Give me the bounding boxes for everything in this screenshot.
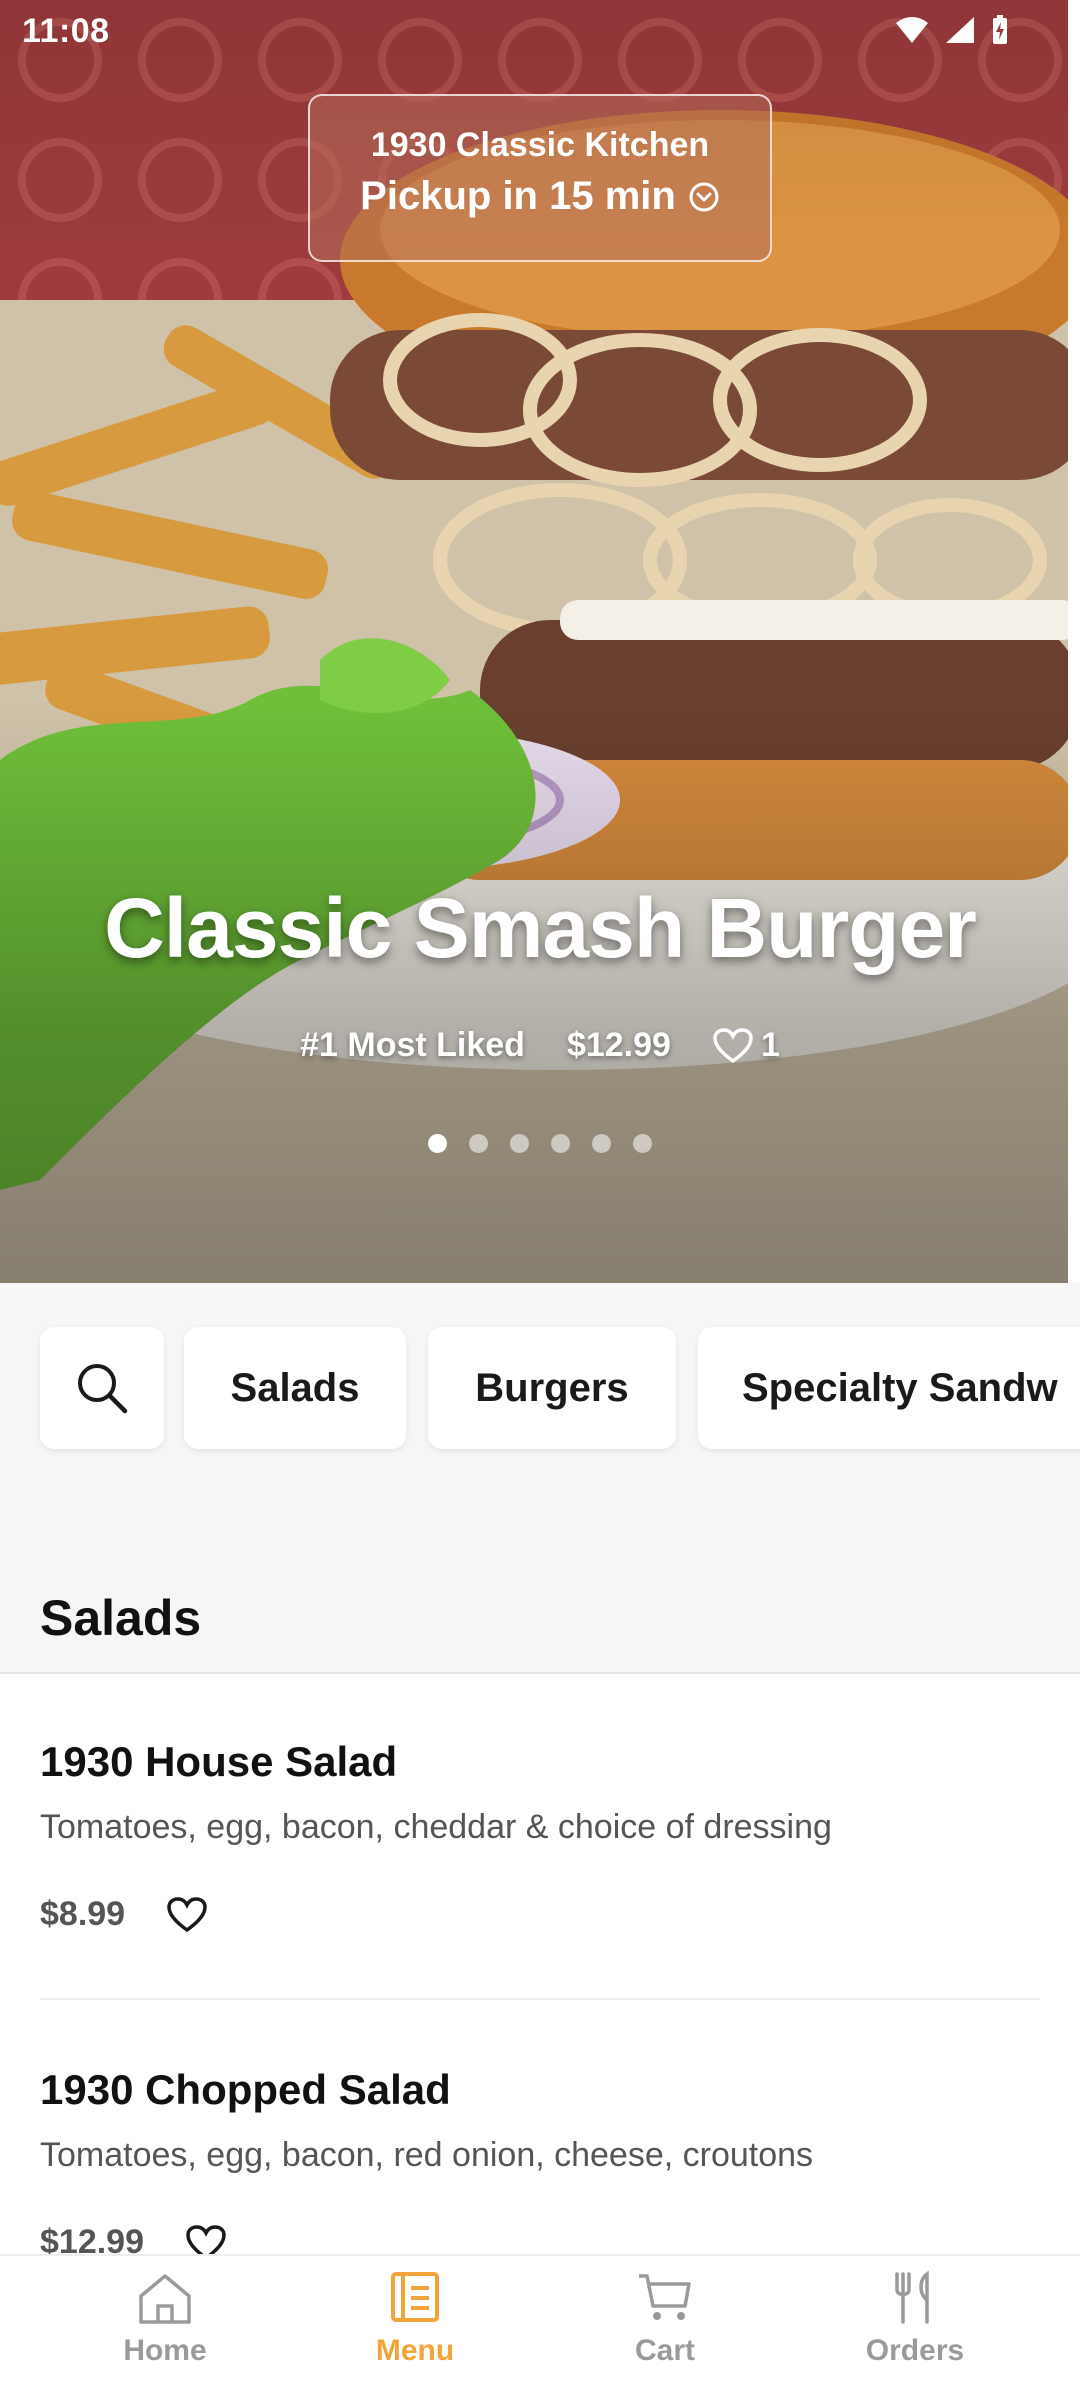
home-icon: [139, 2274, 191, 2324]
heart-icon: [713, 1027, 753, 1063]
featured-likes[interactable]: 1: [713, 1026, 780, 1065]
hero-edge: [1068, 0, 1080, 1283]
nav-menu[interactable]: Menu: [315, 2270, 515, 2390]
item-name: 1930 Chopped Salad: [40, 2066, 451, 2113]
chevron-down-circle-icon: [689, 182, 719, 211]
orders-icon: [895, 2270, 929, 2324]
carousel-dot[interactable]: [592, 1134, 611, 1153]
menu-icon: [391, 2272, 439, 2322]
category-chip-salads[interactable]: Salads: [184, 1327, 406, 1449]
carousel-dot[interactable]: [510, 1134, 529, 1153]
nav-orders-label: Orders: [865, 2334, 965, 2367]
featured-hero[interactable]: 11:08 1930 Classic Kitchen Pickup in 15 …: [0, 0, 1080, 1283]
featured-price: $12.99: [566, 1026, 671, 1064]
heart-icon[interactable]: [186, 2224, 226, 2255]
pickup-selector[interactable]: 1930 Classic Kitchen Pickup in 15 min: [308, 94, 772, 262]
battery-icon: [993, 15, 1007, 44]
item-price: $8.99: [40, 1895, 126, 1933]
wifi-icon: [896, 17, 928, 43]
nav-home-label: Home: [123, 2334, 207, 2367]
item-description: Tomatoes, egg, bacon, cheddar & choice o…: [40, 1808, 832, 1846]
pickup-time-label: Pickup in 15 min: [360, 174, 676, 218]
cart-icon: [639, 2274, 691, 2320]
carousel-dot[interactable]: [469, 1134, 488, 1153]
category-chip-burgers[interactable]: Burgers: [428, 1327, 676, 1449]
nav-home[interactable]: Home: [65, 2270, 265, 2390]
carousel-indicator[interactable]: [0, 1134, 1080, 1153]
nav-menu-label: Menu: [375, 2334, 455, 2367]
nav-orders[interactable]: Orders: [815, 2270, 1015, 2390]
carousel-dot[interactable]: [633, 1134, 652, 1153]
status-icons: [894, 14, 1010, 46]
search-icon: [78, 1364, 128, 1414]
signal-icon: [946, 17, 974, 43]
likes-count: 1: [760, 1026, 780, 1064]
pickup-time: Pickup in 15 min: [310, 174, 770, 219]
item-name: 1930 House Salad: [40, 1738, 398, 1785]
nav-cart-label: Cart: [634, 2334, 695, 2367]
category-bar: Salads Burgers Specialty Sandw Salads: [0, 1283, 1080, 1673]
featured-meta: #1 Most Liked $12.99 1: [0, 1026, 1080, 1065]
item-footer: $8.99: [40, 1895, 1040, 1934]
heart-icon[interactable]: [167, 1896, 207, 1933]
nav-cart[interactable]: Cart: [565, 2270, 765, 2390]
status-bar: 11:08: [0, 0, 1080, 64]
featured-title: Classic Smash Burger: [104, 881, 977, 975]
restaurant-name: 1930 Classic Kitchen: [370, 126, 710, 164]
item-price: $12.99: [40, 2223, 144, 2254]
menu-item[interactable]: 1930 Chopped Salad Tomatoes, egg, bacon,…: [40, 2066, 1040, 2254]
item-divider: [40, 1998, 1040, 2000]
carousel-dot[interactable]: [551, 1134, 570, 1153]
bottom-nav: Home Menu Cart Orders: [0, 2254, 1080, 2400]
item-footer: $12.99: [40, 2223, 1040, 2254]
item-description: Tomatoes, egg, bacon, red onion, cheese,…: [40, 2136, 814, 2174]
category-chip-specialty-sandwiches[interactable]: Specialty Sandw: [698, 1327, 1080, 1449]
section-title: Salads: [40, 1590, 202, 1646]
menu-item[interactable]: 1930 House Salad Tomatoes, egg, bacon, c…: [40, 1738, 1040, 1934]
carousel-dot[interactable]: [428, 1134, 447, 1153]
search-button[interactable]: [40, 1327, 164, 1449]
menu-list: 1930 House Salad Tomatoes, egg, bacon, c…: [0, 1674, 1080, 2254]
status-time: 11:08: [22, 12, 110, 50]
featured-badge: #1 Most Liked: [300, 1026, 525, 1064]
